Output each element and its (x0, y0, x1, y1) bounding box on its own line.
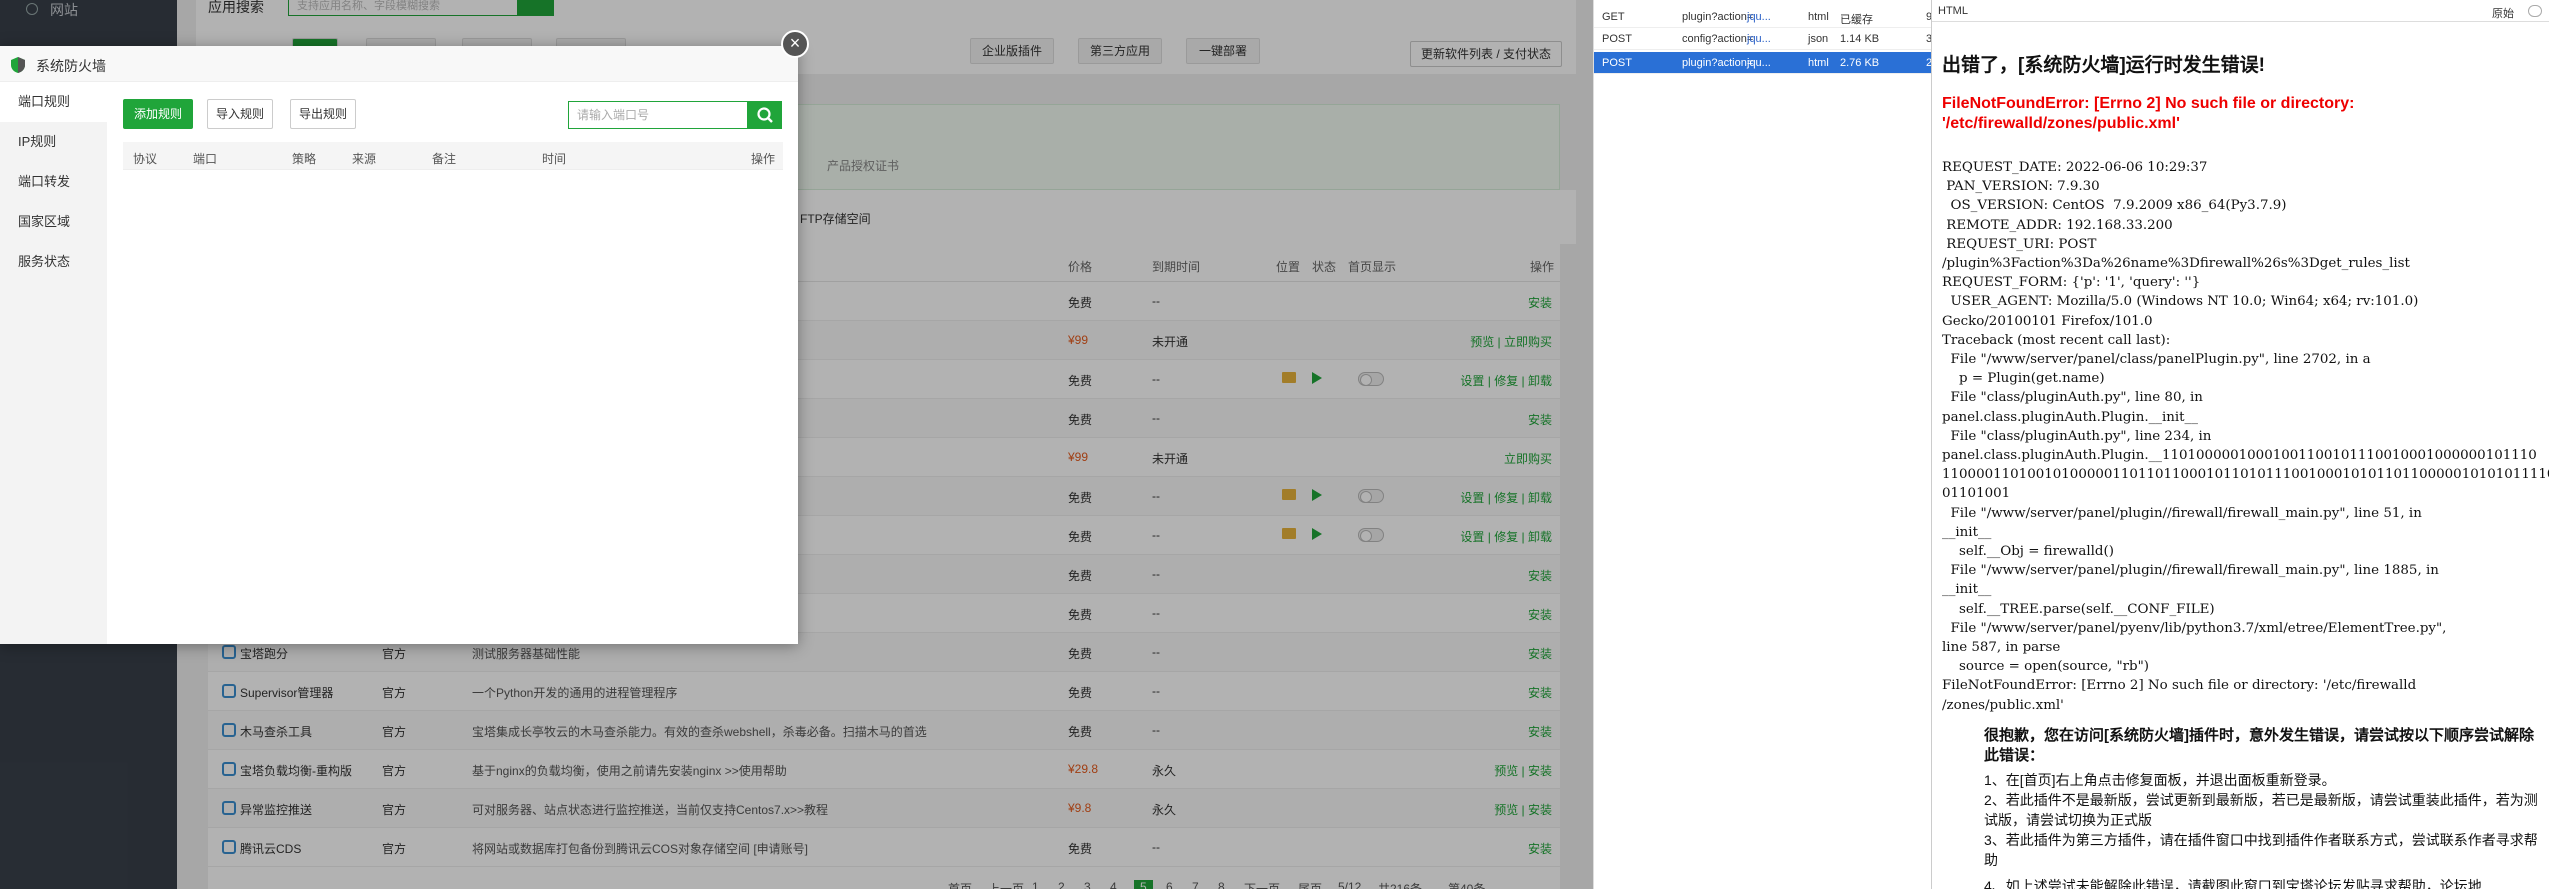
col-remark: 备注 (432, 152, 457, 166)
col-time: 时间 (542, 152, 567, 166)
add-rule-button[interactable]: 添加规则 (123, 99, 193, 129)
search-icon (757, 107, 773, 123)
col-port: 端口 (193, 152, 218, 166)
request-type: html (1808, 57, 1829, 69)
request-size: 1.14 KB (1840, 33, 1880, 45)
network-request-list: GET plugin?action= jqu... html 已缓存 9 POS… (1593, 0, 1932, 889)
request-row-selected[interactable]: POST plugin?action= jqu... html 2.76 KB … (1594, 52, 1932, 74)
request-method: GET (1602, 11, 1625, 23)
help-step: 4、如上述尝试未能解除此错误，请截图此窗口到宝塔论坛发贴寻求帮助，论坛地 (1984, 878, 2482, 889)
request-type: json (1808, 33, 1829, 45)
response-tabbar: HTML 原始 (1932, 0, 2549, 22)
dialog-sidebar: 端口规则 IP规则 端口转发 国家区域 服务状态 (0, 82, 107, 644)
firewall-dialog: 系统防火墙 × 端口规则 IP规则 端口转发 国家区域 服务状态 添加规则 导入… (0, 30, 809, 644)
raw-label: 原始 (2492, 8, 2514, 20)
col-operation: 操作 (751, 152, 776, 166)
col-protocol: 协议 (133, 152, 158, 166)
raw-toggle[interactable] (2528, 5, 2542, 17)
response-preview: HTML 原始 出错了，[系统防火墙]运行时发生错误! FileNotFound… (1931, 0, 2549, 889)
request-file: plugin?action= (1682, 57, 1754, 69)
col-source: 来源 (352, 152, 377, 166)
error-message: FileNotFoundError: [Errno 2] No such fil… (1942, 95, 2355, 132)
col-policy: 策略 (292, 152, 317, 166)
request-file: plugin?action= (1682, 11, 1754, 23)
port-search-button[interactable] (748, 101, 782, 129)
tab-service-status[interactable]: 服务状态 (0, 242, 107, 282)
dialog-header: 系统防火墙 (0, 46, 798, 82)
help-step: 3、若此插件为第三方插件，请在插件窗口中找到插件作者联系方式，尝试联系作者寻求帮… (1984, 832, 2538, 868)
request-method: POST (1602, 57, 1632, 69)
dialog-title: 系统防火墙 (36, 58, 106, 74)
tab-port-forward[interactable]: 端口转发 (0, 162, 107, 202)
help-title: 很抱歉，您在访问[系统防火墙]插件时，意外发生错误，请尝试按以下顺序尝试解除此错… (1984, 727, 2534, 764)
export-rules-button[interactable]: 导出规则 (290, 99, 356, 129)
import-rules-button[interactable]: 导入规则 (207, 99, 273, 129)
request-domain: jqu... (1747, 33, 1771, 45)
request-row[interactable]: GET plugin?action= jqu... html 已缓存 9 (1594, 6, 1932, 28)
request-type: html (1808, 11, 1829, 23)
request-row[interactable]: POST config?action= jqu... json 1.14 KB … (1594, 28, 1932, 50)
request-method: POST (1602, 33, 1632, 45)
error-heading: 出错了，[系统防火墙]运行时发生错误! (1942, 55, 2265, 76)
port-search-input[interactable]: 请输入端口号 (568, 101, 748, 129)
shield-icon (11, 57, 25, 73)
rules-table-header: 协议 端口 策略 来源 备注 时间 操作 (123, 142, 783, 170)
help-step: 1、在[首页]右上角点击修复面板，并退出面板重新登录。 (1984, 772, 2336, 788)
request-size: 已缓存 (1840, 14, 1873, 26)
tab-country-region[interactable]: 国家区域 (0, 202, 107, 242)
help-step: 2、若此插件不是最新版，尝试更新到最新版，若已是最新版，请尝试重装此插件，若为测… (1984, 792, 2538, 828)
request-size: 2.76 KB (1840, 57, 1880, 69)
request-file: config?action= (1682, 33, 1754, 45)
request-domain: jqu... (1747, 11, 1771, 23)
request-domain: jqu... (1747, 57, 1771, 69)
tab-port-rules[interactable]: 端口规则 (0, 82, 107, 122)
error-traceback: REQUEST_DATE: 2022-06-06 10:29:37 PAN_VE… (1942, 160, 2549, 713)
tab-html[interactable]: HTML (1938, 5, 1968, 17)
tab-ip-rules[interactable]: IP规则 (0, 122, 107, 162)
close-icon[interactable]: × (781, 30, 809, 58)
